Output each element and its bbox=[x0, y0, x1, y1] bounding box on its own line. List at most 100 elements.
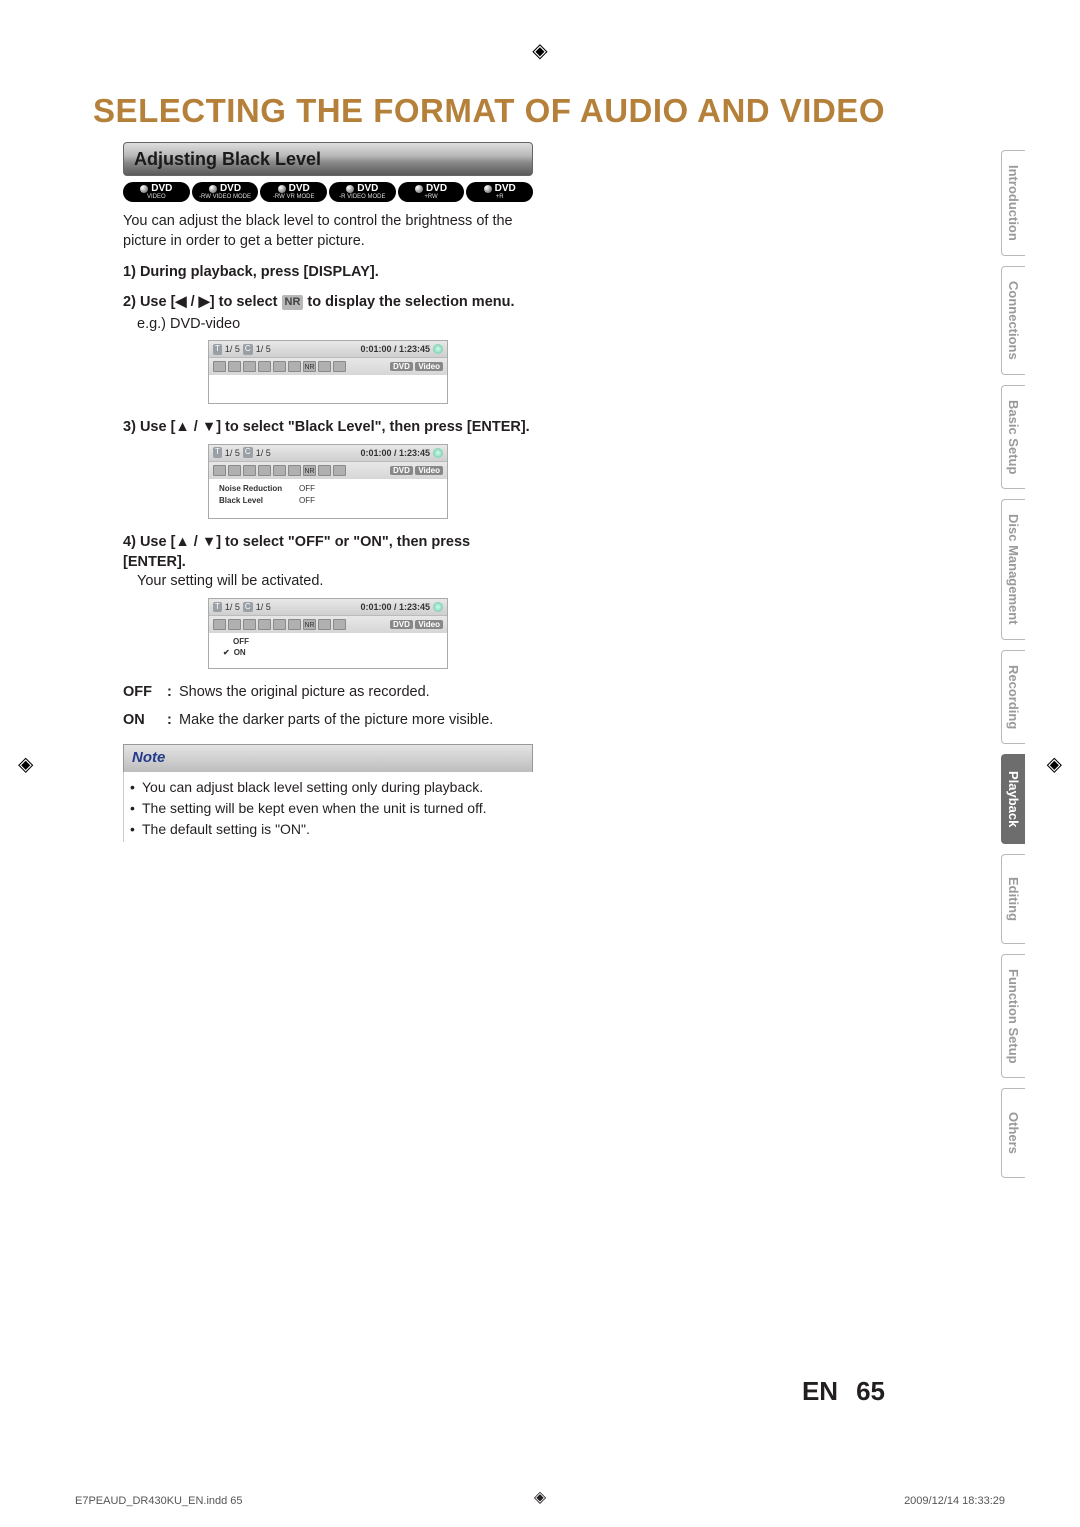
chapter-value: 1/ 5 bbox=[256, 343, 271, 355]
disc-badge-main: DVD bbox=[220, 183, 241, 194]
osd-icon bbox=[258, 465, 271, 476]
osd-icon bbox=[318, 619, 331, 630]
osd-icon bbox=[333, 361, 346, 372]
osd-body bbox=[209, 375, 447, 403]
chapter-chip: C bbox=[243, 602, 253, 613]
osd-icon bbox=[228, 465, 241, 476]
tab-connections[interactable]: Connections bbox=[1001, 266, 1025, 375]
osd-info-bar: T 1/ 5 C 1/ 5 0:01:00 / 1:23:45 bbox=[209, 341, 447, 358]
tab-editing[interactable]: Editing bbox=[1001, 854, 1025, 944]
definition-value: Make the darker parts of the picture mor… bbox=[179, 711, 533, 731]
step-number: 2) bbox=[123, 294, 136, 310]
colon: : bbox=[167, 711, 179, 731]
play-status-icon bbox=[433, 448, 443, 458]
tab-basic-setup[interactable]: Basic Setup bbox=[1001, 385, 1025, 489]
disc-badge-main: DVD bbox=[289, 183, 310, 194]
footer-timestamp: 2009/12/14 18:33:29 bbox=[904, 1495, 1005, 1507]
disc-badge-sub: -R VIDEO MODE bbox=[333, 194, 392, 200]
title-chip: T bbox=[213, 602, 222, 613]
time-counter: 0:01:00 / 1:23:45 bbox=[360, 601, 430, 613]
step-text-post: to display the selection menu. bbox=[303, 294, 514, 310]
disc-type-badges: DVDVIDEO DVD-RW VIDEO MODE DVD-RW VR MOD… bbox=[123, 182, 533, 202]
disc-badge: DVD+R bbox=[466, 182, 533, 202]
step-4: 4) Use [▲ / ▼] to select "OFF" or "ON", … bbox=[123, 533, 533, 572]
osd-panel: T 1/ 5 C 1/ 5 0:01:00 / 1:23:45 NR bbox=[208, 598, 448, 670]
osd-icon bbox=[213, 619, 226, 630]
osd-icon-row: NR DVD Video bbox=[209, 358, 447, 375]
time-counter: 0:01:00 / 1:23:45 bbox=[360, 447, 430, 459]
osd-info-bar: T 1/ 5 C 1/ 5 0:01:00 / 1:23:45 bbox=[209, 445, 447, 462]
menu-key: Black Level bbox=[219, 496, 289, 507]
title-chip: T bbox=[213, 344, 222, 355]
disc-badge-main: DVD bbox=[495, 183, 516, 194]
osd-icon bbox=[213, 361, 226, 372]
note-heading: Note bbox=[123, 744, 533, 771]
osd-panel: T 1/ 5 C 1/ 5 0:01:00 / 1:23:45 NR bbox=[208, 444, 448, 520]
osd-icon bbox=[288, 465, 301, 476]
tab-function-setup[interactable]: Function Setup bbox=[1001, 954, 1025, 1079]
menu-value: OFF bbox=[299, 484, 315, 495]
osd-body: OFF ON bbox=[209, 633, 447, 669]
tab-disc-management[interactable]: Disc Management bbox=[1001, 499, 1025, 640]
definition-on: ON : Make the darker parts of the pictur… bbox=[123, 711, 533, 731]
example-label: e.g.) DVD-video bbox=[137, 315, 533, 335]
osd-icon bbox=[273, 619, 286, 630]
note-item: The setting will be kept even when the u… bbox=[130, 799, 531, 818]
tab-introduction[interactable]: Introduction bbox=[1001, 150, 1025, 256]
osd-icon bbox=[213, 465, 226, 476]
disc-badge-main: DVD bbox=[151, 183, 172, 194]
disc-badge: DVDVIDEO bbox=[123, 182, 190, 202]
osd-icon bbox=[273, 465, 286, 476]
disc-badge: DVD-RW VR MODE bbox=[260, 182, 327, 202]
intro-paragraph: You can adjust the black level to contro… bbox=[123, 212, 533, 251]
disc-badge-sub: +R bbox=[470, 194, 529, 200]
nr-icon: NR bbox=[303, 361, 316, 372]
disc-label-a: DVD bbox=[390, 620, 413, 629]
step-text-pre: Use [ bbox=[140, 534, 175, 550]
page-title: SELECTING THE FORMAT OF AUDIO AND VIDEO bbox=[55, 92, 1025, 130]
step-4-result: Your setting will be activated. bbox=[137, 572, 533, 592]
step-text: During playback, press [DISPLAY]. bbox=[140, 264, 379, 280]
note-item: You can adjust black level setting only … bbox=[130, 778, 531, 797]
osd-info-bar: T 1/ 5 C 1/ 5 0:01:00 / 1:23:45 bbox=[209, 599, 447, 616]
disc-badge-sub: VIDEO bbox=[127, 194, 186, 200]
play-status-icon bbox=[433, 602, 443, 612]
left-right-arrow-icon: ◀ / ▶ bbox=[175, 294, 209, 310]
osd-icon bbox=[243, 465, 256, 476]
disc-type-label: DVD Video bbox=[390, 360, 443, 373]
osd-icon-row: NR DVD Video bbox=[209, 462, 447, 479]
disc-badge-sub: -RW VR MODE bbox=[264, 194, 323, 200]
note-list: You can adjust black level setting only … bbox=[123, 772, 533, 843]
osd-icon bbox=[318, 465, 331, 476]
disc-label-b: Video bbox=[415, 466, 443, 475]
step-3: 3) Use [▲ / ▼] to select "Black Level", … bbox=[123, 418, 533, 438]
section-tabs: Introduction Connections Basic Setup Dis… bbox=[1001, 150, 1025, 1178]
disc-type-label: DVD Video bbox=[390, 618, 443, 631]
section-heading: Adjusting Black Level bbox=[123, 142, 533, 176]
step-number: 3) bbox=[123, 419, 136, 435]
step-number: 1) bbox=[123, 264, 136, 280]
disc-type-label: DVD Video bbox=[390, 464, 443, 477]
option-off: OFF bbox=[219, 637, 441, 648]
osd-icon bbox=[333, 619, 346, 630]
osd-screenshot-3: T 1/ 5 C 1/ 5 0:01:00 / 1:23:45 NR bbox=[123, 598, 533, 670]
tab-others[interactable]: Others bbox=[1001, 1088, 1025, 1178]
disc-badge: DVD-RW VIDEO MODE bbox=[192, 182, 259, 202]
definition-key: OFF bbox=[123, 683, 167, 703]
play-status-icon bbox=[433, 344, 443, 354]
osd-icon bbox=[228, 361, 241, 372]
title-value: 1/ 5 bbox=[225, 447, 240, 459]
step-2: 2) Use [◀ / ▶] to select NR to display t… bbox=[123, 293, 533, 313]
step-text-post: ] to select "Black Level", then press [E… bbox=[216, 419, 530, 435]
disc-badge-sub: -RW VIDEO MODE bbox=[196, 194, 255, 200]
disc-badge: DVD+RW bbox=[398, 182, 465, 202]
tab-playback[interactable]: Playback bbox=[1001, 754, 1025, 844]
disc-badge-main: DVD bbox=[357, 183, 378, 194]
osd-panel: T 1/ 5 C 1/ 5 0:01:00 / 1:23:45 NR bbox=[208, 340, 448, 404]
time-counter: 0:01:00 / 1:23:45 bbox=[360, 343, 430, 355]
osd-icon-row: NR DVD Video bbox=[209, 616, 447, 633]
disc-label-b: Video bbox=[415, 362, 443, 371]
tab-recording[interactable]: Recording bbox=[1001, 650, 1025, 744]
option-on: ON bbox=[219, 648, 441, 659]
up-down-arrow-icon: ▲ / ▼ bbox=[175, 534, 216, 550]
